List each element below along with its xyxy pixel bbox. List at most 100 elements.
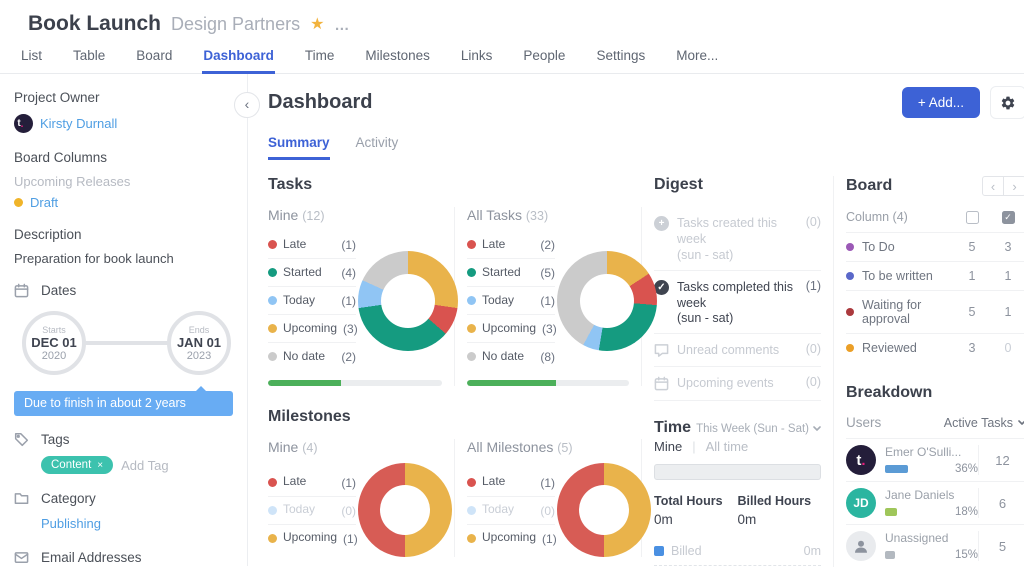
- comment-icon: [654, 343, 669, 358]
- gear-icon: [1000, 95, 1016, 111]
- tag-content-label: Content: [51, 459, 91, 471]
- active-tasks-dropdown[interactable]: Active Tasks: [944, 416, 1024, 430]
- breakdown-heading: Breakdown: [846, 384, 1024, 402]
- board-row-reviewed[interactable]: Reviewed30: [846, 334, 1024, 362]
- remove-tag-icon[interactable]: ×: [97, 460, 103, 471]
- checked-checkbox-icon[interactable]: ✓: [1002, 211, 1015, 224]
- more-options-icon[interactable]: …: [334, 17, 350, 34]
- done-count: 1: [990, 305, 1024, 319]
- tasks-heading: Tasks: [268, 176, 642, 194]
- legend-value: (1): [341, 475, 356, 490]
- board-table: Column (4) ✓ To Do53 To be written11 Wai…: [846, 206, 1024, 362]
- user-row-unassigned[interactable]: Unassigned 15% 5: [846, 524, 1024, 567]
- user-task-bar: [885, 465, 908, 473]
- owner-name-link[interactable]: Kirsty Durnall: [40, 116, 117, 131]
- done-count: 3: [990, 240, 1024, 254]
- users-label: Users: [846, 415, 881, 430]
- tab-time[interactable]: Time: [304, 44, 336, 71]
- board-heading: Board: [846, 177, 892, 195]
- dashboard-settings-button[interactable]: [990, 86, 1024, 119]
- milestones-all-donut-chart[interactable]: [557, 463, 651, 557]
- legend-value: (0): [341, 503, 356, 518]
- add-tag-button[interactable]: Add Tag: [121, 458, 168, 473]
- project-owner-section: Project Owner t. Kirsty Durnall: [14, 90, 235, 133]
- legend-label: Late: [283, 238, 335, 252]
- user-name: Jane Daniels: [885, 488, 978, 502]
- end-date-circle[interactable]: Ends JAN 01 2023: [167, 311, 231, 375]
- due-date-banner: Due to finish in about 2 years: [14, 391, 233, 416]
- tab-dashboard[interactable]: Dashboard: [202, 44, 275, 74]
- tag-content[interactable]: Content ×: [41, 456, 113, 474]
- billed-hours-label: Billed Hours: [738, 494, 822, 508]
- collapse-sidebar-button[interactable]: ‹: [234, 92, 260, 118]
- active-tasks-label: Active Tasks: [944, 416, 1013, 430]
- start-date: DEC 01: [31, 335, 77, 350]
- digest-time-column: Digest + Tasks created this week(sun - s…: [642, 176, 834, 567]
- time-range-dropdown[interactable]: This Week (Sun - Sat): [696, 423, 821, 435]
- board-row-to-be-written[interactable]: To be written11: [846, 262, 1024, 291]
- category-value-link[interactable]: Publishing: [41, 516, 101, 531]
- tab-more[interactable]: More...: [675, 44, 719, 71]
- user-name: Emer O'Sulli...: [885, 445, 978, 459]
- tab-settings[interactable]: Settings: [595, 44, 646, 71]
- favorite-star-icon[interactable]: ★: [310, 14, 324, 34]
- board-next-button[interactable]: ›: [1004, 176, 1024, 196]
- envelope-icon: [14, 550, 29, 565]
- billed-swatch: [654, 546, 664, 556]
- add-button[interactable]: + Add...: [902, 87, 980, 118]
- unchecked-checkbox-icon[interactable]: [966, 211, 979, 224]
- milestones-section: Milestones Mine (4) Late(1) Today(0) Upc…: [268, 408, 642, 557]
- column-name: Waiting for approval: [862, 298, 954, 326]
- tab-list[interactable]: List: [20, 44, 43, 71]
- tasks-all-card: All Tasks (33) Late(2) Started(5) Today(…: [455, 207, 642, 386]
- user-row-jane[interactable]: JD Jane Daniels 18% 6: [846, 481, 1024, 524]
- column-color-dot: [846, 243, 854, 251]
- board-prev-button[interactable]: ‹: [982, 176, 1004, 196]
- late-dot: [467, 478, 476, 487]
- board-column-draft-link[interactable]: Draft: [30, 195, 58, 210]
- legend-label: Today: [283, 503, 335, 517]
- tab-board[interactable]: Board: [135, 44, 173, 71]
- tab-links[interactable]: Links: [460, 44, 494, 71]
- tab-summary[interactable]: Summary: [268, 135, 330, 160]
- digest-label: Tasks completed this week: [677, 279, 798, 312]
- late-dot: [268, 240, 277, 249]
- time-toggle-all-time[interactable]: All time: [706, 439, 749, 454]
- digest-sub: (sun - sat): [677, 248, 798, 262]
- column-name: To Do: [862, 240, 954, 254]
- time-toggle-mine[interactable]: Mine: [654, 439, 682, 454]
- tab-table[interactable]: Table: [72, 44, 106, 71]
- upcoming-dot: [467, 324, 476, 333]
- today-dot: [268, 296, 277, 305]
- tasks-all-donut-chart[interactable]: [557, 251, 657, 351]
- today-dot: [467, 506, 476, 515]
- legend-value: (1): [542, 531, 557, 546]
- legend-value: (2): [540, 237, 555, 252]
- tasks-mine-card: Mine (12) Late(1) Started(4) Today(1) Up…: [268, 207, 455, 386]
- tasks-mine-donut-chart[interactable]: [358, 251, 458, 351]
- user-avatar: JD: [846, 488, 876, 518]
- tab-activity[interactable]: Activity: [356, 135, 399, 160]
- user-task-bar: [885, 508, 897, 516]
- legend-label: No date: [482, 350, 534, 364]
- board-row-waiting-for-approval[interactable]: Waiting for approval51: [846, 291, 1024, 334]
- tab-people[interactable]: People: [522, 44, 566, 71]
- legend-value: (5): [540, 265, 555, 280]
- digest-value: (0): [806, 342, 821, 356]
- user-row-emer[interactable]: t. Emer O'Sulli... 36% 12: [846, 438, 1024, 481]
- open-count: 5: [954, 240, 990, 254]
- start-date-circle[interactable]: Starts DEC 01 2020: [22, 311, 86, 375]
- board-row-to-do[interactable]: To Do53: [846, 233, 1024, 262]
- total-hours: Total Hours 0m: [654, 494, 738, 527]
- tasks-all-legend: Late(2) Started(5) Today(1) Upcoming(3) …: [467, 231, 555, 370]
- digest-value: (1): [806, 279, 821, 293]
- milestones-mine-donut-chart[interactable]: [358, 463, 452, 557]
- tags-section: Tags Content × Add Tag: [14, 432, 235, 474]
- digest-tasks-created: + Tasks created this week(sun - sat) (0): [654, 207, 821, 271]
- digest-list: + Tasks created this week(sun - sat) (0)…: [654, 207, 821, 401]
- milestones-mine-count: (4): [302, 441, 317, 455]
- legend-label: Upcoming: [283, 322, 337, 336]
- tasks-all-progress-bar: [467, 380, 629, 386]
- tab-milestones[interactable]: Milestones: [364, 44, 431, 71]
- plus-circle-icon: +: [654, 216, 669, 231]
